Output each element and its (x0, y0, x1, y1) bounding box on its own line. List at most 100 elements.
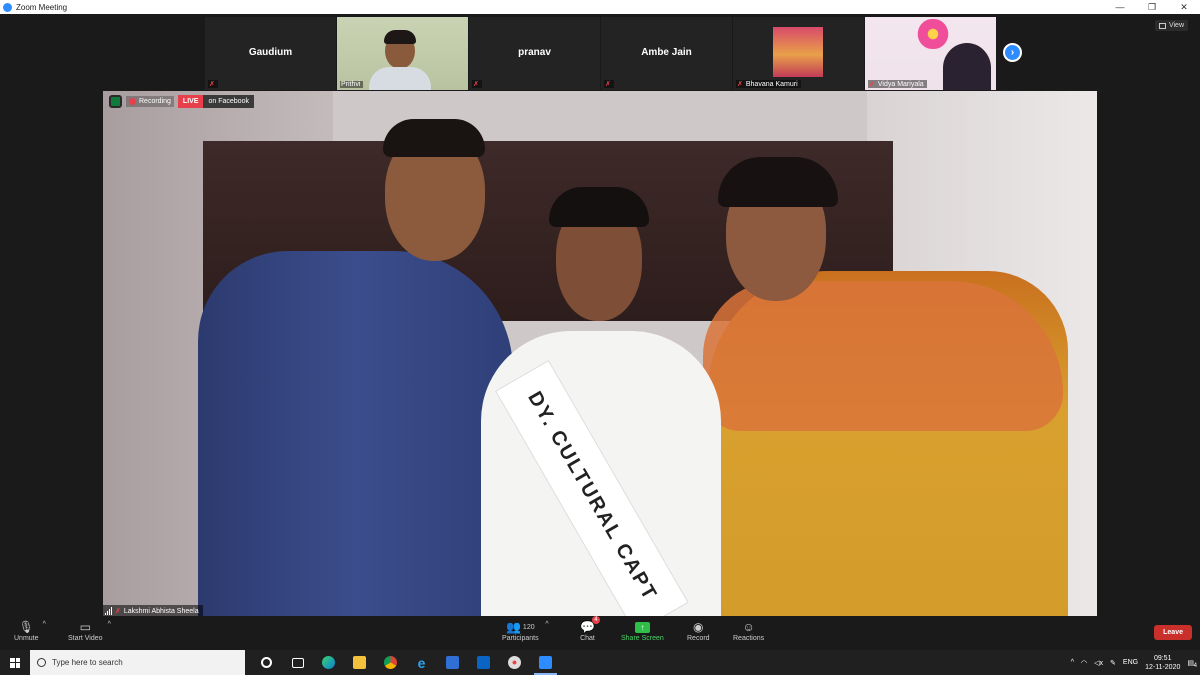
meeting-status-badges: Recording LIVE on Facebook (109, 95, 254, 108)
participant-label-name: Vidya Mariyala (877, 80, 924, 88)
muted-mic-icon: ✗ (869, 81, 875, 88)
participants-button[interactable]: 👥 120 ^ Participants (502, 619, 549, 642)
profile-photo (773, 27, 823, 77)
participant-tile[interactable]: ✗ Vidya Mariyala (865, 17, 996, 90)
file-explorer-taskbar-button[interactable] (344, 650, 375, 675)
start-video-button[interactable]: ▭ ^ Start Video (68, 619, 111, 642)
muted-mic-icon: ✗ (209, 81, 215, 88)
internet-explorer-taskbar-button[interactable]: e (406, 650, 437, 675)
live-destination: on Facebook (203, 95, 254, 108)
participant-label: ✗ Vidya Mariyala (868, 80, 927, 88)
close-button[interactable]: ✕ (1168, 0, 1200, 14)
leave-button[interactable]: Leave (1154, 625, 1192, 640)
participant-label-name: Bhavana Kamuri (745, 80, 798, 88)
participant-tile[interactable]: Prithvi (337, 17, 468, 90)
share-screen-icon: ↑ (634, 619, 650, 635)
reactions-button[interactable]: ☺ Reactions (733, 619, 764, 642)
share-screen-button[interactable]: ↑ Share Screen (621, 619, 664, 642)
video-options-caret-icon[interactable]: ^ (108, 621, 111, 628)
chrome-taskbar-button[interactable] (375, 650, 406, 675)
edge-taskbar-button[interactable] (313, 650, 344, 675)
unmute-button[interactable]: 🎙 ^ Unmute (14, 619, 46, 642)
unmute-label: Unmute (14, 635, 39, 642)
muted-microphone-icon: 🎙 ^ (18, 620, 46, 634)
view-button[interactable]: View (1154, 20, 1188, 31)
security-shield-icon[interactable] (109, 95, 122, 108)
internet-explorer-icon: e (417, 654, 426, 671)
video-person-left-body (198, 251, 513, 617)
video-person-center-hair (549, 187, 649, 227)
participant-name: Ambe Jain (641, 47, 692, 58)
file-explorer-folder-icon (353, 656, 366, 669)
participants-count: 120 (522, 623, 535, 631)
participant-video-hair (384, 30, 416, 44)
pen-workspace-icon[interactable]: ✎ (1110, 659, 1116, 667)
participants-caret-icon[interactable]: ^ (545, 621, 548, 628)
participant-name: pranav (518, 47, 551, 58)
system-tray: ^ ◠ ◁x ✎ ENG 09:51 12-11-2020 ▤ 4 (1071, 650, 1200, 675)
video-person-right-scarf (703, 281, 1063, 431)
participant-tile[interactable]: Gaudium ✗ (205, 17, 336, 90)
muted-mic-icon: ✗ (473, 81, 479, 88)
participant-label: ✗ Bhavana Kamuri (736, 80, 801, 88)
cortana-button[interactable] (251, 650, 282, 675)
muted-mic-icon: ✗ (605, 81, 611, 88)
live-stream-indicator[interactable]: LIVE on Facebook (177, 95, 254, 108)
window-titlebar: Zoom Meeting — ❐ ✕ (0, 0, 1200, 14)
muted-mic-icon: ✗ (737, 81, 743, 88)
participant-tile[interactable]: Ambe Jain ✗ (601, 17, 732, 90)
participant-tile[interactable]: ✗ Bhavana Kamuri (733, 17, 864, 90)
chat-label: Chat (580, 635, 595, 642)
network-wifi-icon[interactable]: ◠ (1081, 659, 1087, 667)
task-view-button[interactable] (282, 650, 313, 675)
start-button[interactable] (0, 650, 30, 675)
input-language[interactable]: ENG (1123, 659, 1138, 666)
record-label: Record (687, 635, 710, 642)
search-placeholder: Type here to search (52, 658, 123, 667)
active-speaker-video: DY. CULTURAL CAPT Recording LIVE on Face… (103, 91, 1097, 617)
participant-label: ✗ (208, 80, 218, 88)
next-page-arrow-icon[interactable]: › (1003, 43, 1022, 62)
outlook-taskbar-button[interactable] (468, 650, 499, 675)
participant-tile[interactable]: pranav ✗ (469, 17, 600, 90)
chrome-browser-icon (384, 656, 397, 669)
video-off-icon: ▭ ^ (79, 620, 111, 634)
record-button[interactable]: ◉ Record (687, 619, 710, 642)
meeting-area: View Gaudium ✗ Prithvi pranav ✗ Ambe Jai… (0, 14, 1200, 617)
taskbar-search-box[interactable]: Type here to search (30, 650, 245, 675)
video-person-left-hair (383, 119, 485, 157)
minimize-button[interactable]: — (1104, 0, 1136, 14)
paint-palette-icon (508, 656, 521, 669)
paint-taskbar-button[interactable] (499, 650, 530, 675)
participant-video-shirt (369, 67, 431, 90)
connection-signal-icon (105, 607, 112, 615)
reactions-smiley-icon: ☺ (742, 620, 755, 634)
participant-label: ✗ (472, 80, 482, 88)
recording-indicator[interactable]: Recording (126, 96, 174, 107)
windows-logo-icon (10, 657, 20, 668)
zoom-taskbar-button[interactable] (530, 650, 561, 675)
reactions-label: Reactions (733, 635, 765, 642)
window-controls: — ❐ ✕ (1104, 0, 1200, 14)
speaker-volume-icon[interactable]: ◁x (1094, 659, 1103, 667)
edge-browser-icon (322, 656, 335, 669)
maximize-button[interactable]: ❐ (1136, 0, 1168, 14)
speaker-name: Lakshmi Abhista Sheela (123, 607, 199, 615)
participant-label: ✗ (604, 80, 614, 88)
participant-label: Prithvi (340, 81, 364, 88)
taskbar-clock[interactable]: 09:51 12-11-2020 (1145, 654, 1180, 672)
chat-button[interactable]: 💬 4 Chat (580, 616, 600, 642)
record-icon: ◉ (693, 620, 704, 634)
muted-mic-icon: ✗ (115, 608, 121, 615)
vc-app-taskbar-button[interactable] (437, 650, 468, 675)
notification-center-icon[interactable]: ▤ 4 (1187, 659, 1197, 669)
vc-app-icon (446, 656, 459, 669)
outlook-mail-icon (477, 656, 490, 669)
audio-options-caret-icon[interactable]: ^ (43, 621, 46, 628)
participant-name: Gaudium (248, 47, 293, 58)
taskbar-pinned-apps: e (251, 650, 561, 675)
participant-label-name: Prithvi (341, 81, 361, 88)
gallery-grid-icon (1158, 22, 1166, 29)
show-hidden-icons-chevron-icon[interactable]: ^ (1071, 659, 1074, 666)
task-view-icon (291, 657, 304, 668)
